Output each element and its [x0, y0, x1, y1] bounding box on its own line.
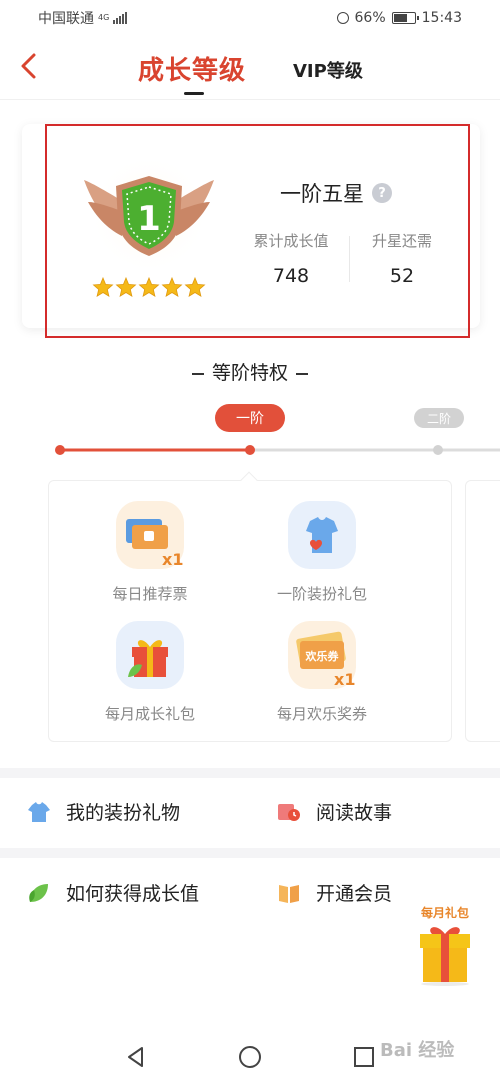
square-recents-icon [354, 1046, 374, 1067]
coupon-text: 欢乐券 [305, 649, 340, 663]
privilege-item-monthly-gift[interactable]: 每月成长礼包 [65, 621, 235, 724]
signal-icon [113, 12, 128, 24]
stat-total-growth: 累计成长值 748 [241, 230, 341, 287]
watermark: Bai 经验 [380, 1040, 455, 1061]
stage-tab-1[interactable]: 一阶 [215, 404, 285, 432]
coupon-multiplier: x1 [334, 670, 355, 689]
book-icon [276, 880, 302, 906]
nav-back-button[interactable] [116, 1037, 156, 1077]
header-divider [0, 99, 500, 100]
menu-label: 阅读故事 [316, 802, 393, 824]
tab-growth-level[interactable]: 成长等级 [138, 50, 247, 95]
floating-monthly-gift[interactable]: 每月礼包 [412, 904, 478, 986]
star-icon [161, 276, 183, 297]
timeline-dot [245, 445, 255, 455]
menu-my-outfit[interactable]: 我的装扮礼物 [26, 798, 180, 825]
menu-how-to-grow[interactable]: 如何获得成长值 [26, 879, 199, 906]
shirt-icon [288, 501, 356, 569]
privilege-label: 每月成长礼包 [104, 705, 195, 723]
nav-home-button[interactable] [230, 1037, 270, 1077]
back-button[interactable] [14, 50, 46, 82]
network-type: 4G [98, 13, 110, 22]
help-icon[interactable]: ? [372, 183, 392, 203]
alarm-icon [336, 12, 349, 24]
privilege-label: 每月欢乐奖券 [276, 705, 367, 723]
card-pointer [240, 471, 258, 489]
privilege-item-monthly-coupon[interactable]: 欢乐券 x1 每月欢乐奖券 [237, 621, 407, 724]
ticket-multiplier: x1 [162, 550, 183, 569]
header: 成长等级 VIP等级 [0, 40, 500, 98]
battery-icon [391, 12, 419, 24]
tab-growth-label: 成长等级 [138, 56, 247, 86]
stage-tab-2[interactable]: 二阶 [414, 408, 464, 428]
section-divider [0, 768, 500, 778]
menu-label: 如何获得成长值 [66, 883, 200, 905]
privileges-title-text: 等阶特权 [211, 362, 288, 384]
stat-label: 累计成长值 [253, 232, 329, 250]
level-name: 一阶五星 [280, 182, 364, 206]
coupon-icon: 欢乐券 x1 [288, 621, 356, 689]
ticket-icon: x1 [116, 501, 184, 569]
section-divider [0, 848, 500, 858]
leaf-icon [26, 880, 52, 906]
stat-value: 748 [272, 265, 310, 287]
carrier-name: 中国联通 [38, 11, 94, 27]
tab-underline [184, 92, 204, 95]
gift-box-icon [420, 927, 470, 986]
stage-timeline [55, 445, 500, 455]
privileges-title: 等阶特权 [0, 358, 500, 385]
battery-percent: 66% [354, 10, 386, 26]
gift-icon [116, 621, 184, 689]
stat-divider [349, 236, 350, 282]
level-title: 一阶五星 ? [280, 178, 392, 208]
level-badge: 1 [84, 160, 214, 300]
star-icon [138, 276, 160, 297]
menu-label: 我的装扮礼物 [66, 802, 181, 824]
triangle-back-icon [128, 1046, 143, 1067]
clock: 15:43 [421, 10, 462, 26]
privilege-label: 每日推荐票 [112, 585, 188, 603]
circle-home-icon [239, 1045, 261, 1068]
tab-vip-level[interactable]: VIP等级 [293, 57, 363, 83]
stat-label: 升星还需 [371, 232, 432, 250]
menu-read-story[interactable]: 阅读故事 [276, 798, 392, 825]
star-icon [115, 276, 137, 297]
privilege-item-outfit-pack[interactable]: 一阶装扮礼包 [237, 501, 407, 604]
star-rating [92, 276, 206, 297]
timeline-dot [433, 445, 443, 455]
star-icon [184, 276, 206, 297]
privileges-card: x1 每日推荐票 一阶装扮礼包 每月成长礼包 欢乐券 x1 每月欢乐奖券 [48, 471, 452, 742]
shirt-icon [26, 799, 52, 825]
stat-value: 52 [389, 265, 415, 287]
level-card: 1 一阶五星 ? 累计成长值 748 升星还需 52 [22, 124, 480, 328]
menu-open-member[interactable]: 开通会员 [276, 879, 392, 906]
book-clock-icon [276, 799, 302, 825]
privilege-label: 一阶装扮礼包 [276, 585, 367, 603]
nav-recents-button[interactable] [344, 1037, 384, 1077]
timeline-dot [55, 445, 65, 455]
stat-upgrade-need: 升星还需 52 [352, 230, 452, 287]
menu-label: 开通会员 [316, 883, 393, 905]
chevron-left-icon [21, 53, 36, 79]
privilege-item-daily-ticket[interactable]: x1 每日推荐票 [65, 501, 235, 604]
level-badge-icon: 1 [84, 160, 214, 297]
star-icon [92, 276, 114, 297]
privileges-card-next[interactable] [465, 480, 500, 742]
badge-number: 1 [137, 199, 161, 239]
status-bar: 中国联通 4G 66% 15:43 [0, 0, 500, 36]
